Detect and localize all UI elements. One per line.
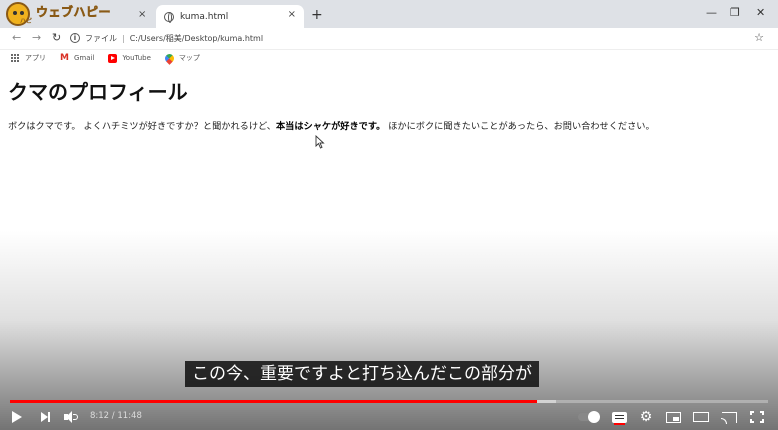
- time-current: 8:12: [90, 411, 110, 421]
- autoplay-toggle[interactable]: [578, 411, 600, 423]
- close-window-icon[interactable]: ✕: [756, 6, 765, 19]
- bookmark-label: アプリ: [25, 54, 46, 62]
- bookmark-label: Gmail: [74, 54, 95, 62]
- reload-icon[interactable]: ↻: [52, 31, 61, 44]
- tab-close-icon[interactable]: ×: [138, 9, 146, 20]
- paragraph-text: ボクはクマです。 よくハチミツが好きですか？と聞かれるけど、: [8, 121, 276, 132]
- next-button[interactable]: [36, 409, 54, 425]
- volume-icon: [64, 411, 78, 423]
- play-button[interactable]: [8, 409, 26, 425]
- mouse-cursor-icon: [315, 135, 325, 149]
- gmail-icon: M: [60, 52, 69, 63]
- youtube-icon: [108, 53, 118, 63]
- page-paragraph: ボクはクマです。 よくハチミツが好きですか？と聞かれるけど、本当はシャケが好きで…: [8, 118, 655, 132]
- subtitles-icon: [611, 411, 627, 425]
- tab-kuma-html[interactable]: kuma.html ×: [156, 5, 304, 28]
- apps-icon: [11, 53, 20, 63]
- settings-button[interactable]: ⚙: [637, 409, 655, 425]
- globe-icon: [164, 11, 174, 23]
- play-icon: [12, 411, 22, 423]
- bookmark-youtube[interactable]: YouTube: [108, 53, 151, 63]
- forward-icon[interactable]: →: [32, 31, 41, 44]
- time-display: 8:12 / 11:48: [90, 411, 142, 421]
- paragraph-strong-text: 本当はシャケが好きです。: [275, 121, 386, 132]
- minimize-icon[interactable]: —: [706, 6, 717, 19]
- bookmark-gmail[interactable]: M Gmail: [60, 52, 95, 63]
- theater-mode-icon: [693, 412, 709, 422]
- back-icon[interactable]: ←: [12, 31, 21, 44]
- video-frame[interactable]: × kuma.html × + — ❐ ✕ ウェブハピー ハピ ← → ↻ i …: [0, 0, 778, 430]
- tab-label: kuma.html: [180, 11, 229, 22]
- channel-logo: ウェブハピー ハピ: [2, 0, 112, 30]
- theater-mode-button[interactable]: [692, 409, 710, 425]
- new-tab-icon[interactable]: +: [311, 7, 323, 23]
- address-bar[interactable]: i ファイル | C:/Users/稲美/Desktop/kuma.html: [70, 29, 720, 47]
- gear-icon: ⚙: [639, 409, 653, 425]
- subtitles-button[interactable]: [610, 409, 628, 425]
- fullscreen-button[interactable]: [748, 409, 766, 425]
- address-path: C:/Users/稲美/Desktop/kuma.html: [129, 33, 264, 43]
- info-icon[interactable]: i: [70, 33, 80, 43]
- maps-icon: [163, 51, 176, 65]
- miniplayer-icon: [665, 411, 681, 423]
- bookmark-star-icon[interactable]: ☆: [754, 31, 764, 44]
- browser-toolbar: ← → ↻ i ファイル | C:/Users/稲美/Desktop/kuma.…: [0, 28, 778, 50]
- mute-button[interactable]: [62, 409, 80, 425]
- cast-button[interactable]: [720, 409, 738, 425]
- logo-subtext: ハピ: [20, 18, 33, 25]
- bookmark-label: YouTube: [122, 54, 151, 62]
- cast-icon: [720, 411, 737, 424]
- miniplayer-button[interactable]: [664, 409, 682, 425]
- bookmark-apps[interactable]: アプリ: [11, 53, 46, 63]
- logo-text: ウェブハピー: [36, 5, 112, 20]
- time-total: 11:48: [117, 411, 142, 421]
- page-title: クマのプロフィール: [8, 80, 188, 104]
- tab-close-icon[interactable]: ×: [288, 9, 296, 20]
- bookmark-label: マップ: [178, 54, 200, 62]
- progress-bar[interactable]: [10, 400, 768, 403]
- address-separator: |: [122, 33, 125, 43]
- browser-tab-strip: × kuma.html × + — ❐ ✕: [0, 0, 778, 28]
- progress-played: [10, 400, 537, 403]
- fullscreen-icon: [750, 411, 764, 423]
- address-scheme: ファイル: [85, 33, 117, 43]
- bookmarks-bar: アプリ M Gmail YouTube マップ: [0, 50, 778, 66]
- next-icon: [40, 412, 50, 422]
- maximize-icon[interactable]: ❐: [730, 6, 740, 19]
- subtitle-caption: この今、重要ですよと打ち込んだこの部分が: [185, 361, 539, 387]
- bookmark-maps[interactable]: マップ: [163, 51, 200, 65]
- paragraph-text: ほかにボクに聞きたいことがあったら、お問い合わせください。: [385, 121, 655, 132]
- player-controls: 8:12 / 11:48 ⚙: [0, 404, 778, 430]
